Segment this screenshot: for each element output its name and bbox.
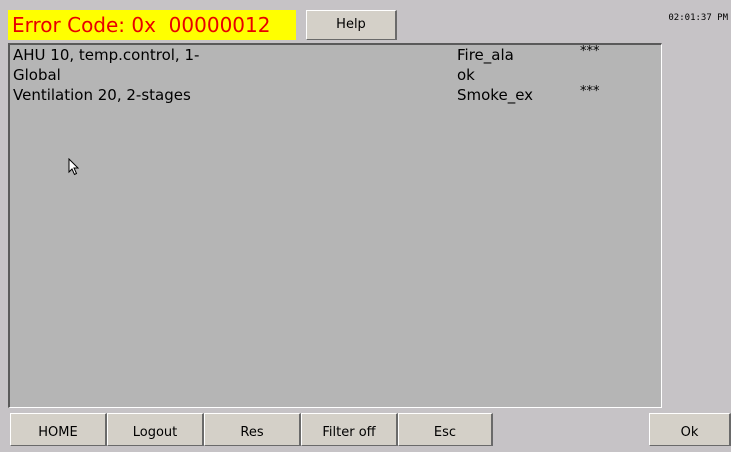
mouse-pointer-icon [68,158,80,176]
alarm-stars: *** [580,84,600,99]
alarm-list-panel[interactable]: AHU 10, temp.control, 1- Fire_ala *** Gl… [8,43,662,408]
error-code-banner: Error Code: 0x 00000012 [8,10,296,40]
alarm-state: Fire_ala [457,46,514,64]
alarm-name: Ventilation 20, 2-stages [13,86,191,104]
res-button[interactable]: Res [204,413,301,446]
alarm-state: ok [457,66,475,84]
alarm-name: AHU 10, temp.control, 1- [13,46,200,64]
alarm-state: Smoke_ex [457,86,534,104]
logout-button[interactable]: Logout [107,413,204,446]
alarm-row[interactable]: AHU 10, temp.control, 1- Fire_ala *** [10,44,660,68]
home-button[interactable]: HOME [10,413,107,446]
filter-off-button[interactable]: Filter off [301,413,398,446]
help-button[interactable]: Help [306,10,397,40]
top-bar: Error Code: 0x 00000012 Help 02:01:37 PM [0,0,731,40]
alarm-stars: *** [580,44,600,59]
ok-button[interactable]: Ok [649,413,731,446]
clock: 02:01:37 PM [668,13,728,23]
alarm-name: Global [13,66,61,84]
esc-button[interactable]: Esc [398,413,493,446]
alarm-row[interactable]: Ventilation 20, 2-stages Smoke_ex *** [10,84,660,108]
alarm-row[interactable]: Global ok [10,66,660,88]
